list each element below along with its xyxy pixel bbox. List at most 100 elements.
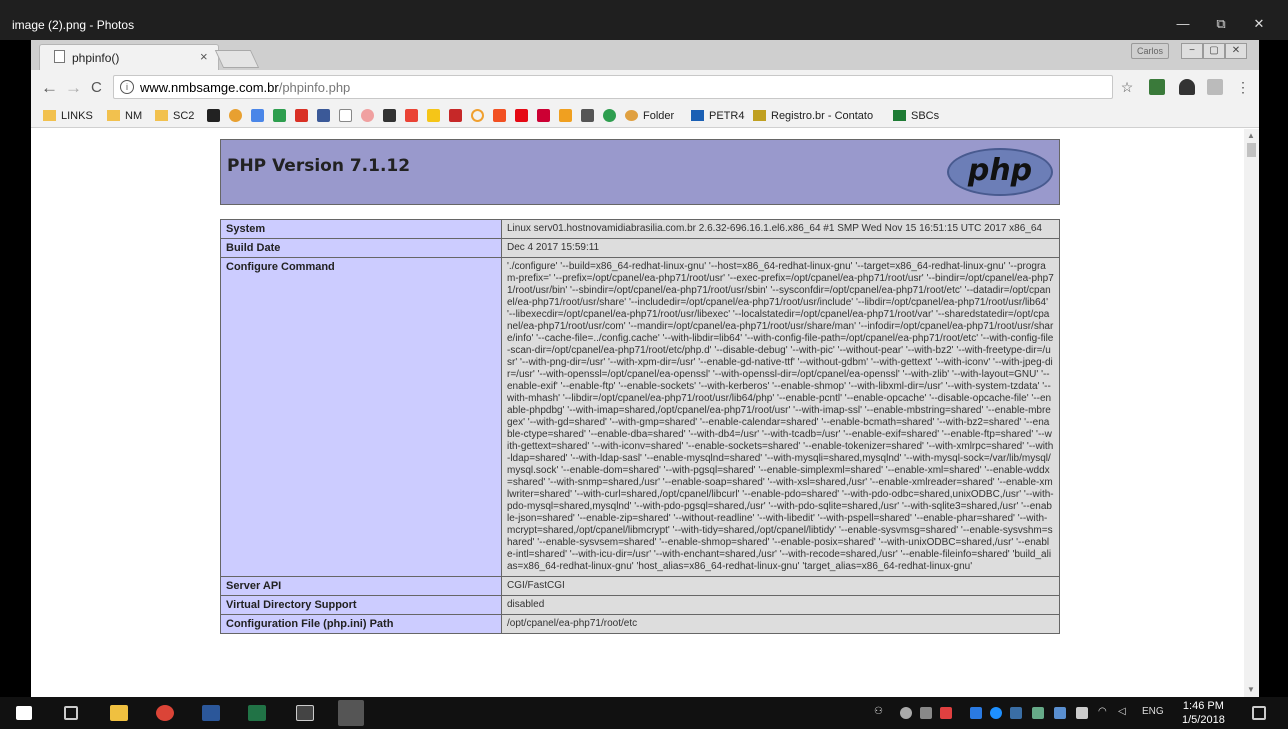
bookmark-petr4[interactable]: PETR4 xyxy=(691,109,744,123)
folder-icon xyxy=(155,110,168,121)
profile-badge[interactable]: Carlos xyxy=(1131,43,1170,59)
bookmark-site-icon[interactable] xyxy=(229,109,242,122)
photo-letterbox-left xyxy=(0,40,31,697)
bookmark-registro[interactable]: Registro.br - Contato xyxy=(753,109,873,123)
bookmark-site-icon[interactable] xyxy=(273,109,286,122)
action-center-icon[interactable] xyxy=(1252,706,1266,720)
minimize-button[interactable]: — xyxy=(1168,14,1198,34)
new-tab-button[interactable] xyxy=(214,50,260,68)
bookmark-site-icon xyxy=(753,110,766,121)
back-arrow-icon[interactable]: ← xyxy=(41,78,58,98)
menu-icon[interactable]: ⋮ xyxy=(1235,79,1251,95)
windows-taskbar: ⚇ ◠ ◁ ENG 1:46 PM 1/5/2018 xyxy=(0,697,1288,729)
photos-window-title: image (2).png - Photos xyxy=(12,18,135,32)
bookmark-sbcs[interactable]: SBCs xyxy=(893,109,939,123)
microsoft-icon[interactable] xyxy=(493,109,506,122)
php-version-title: PHP Version 7.1.12 xyxy=(227,156,411,176)
bookmark-site-icon[interactable] xyxy=(449,109,462,122)
scroll-up-icon[interactable]: ▲ xyxy=(1247,131,1255,140)
bookmark-star-icon[interactable]: ☆ xyxy=(1119,79,1135,95)
close-button[interactable]: ✕ xyxy=(1244,14,1274,34)
row-value: './configure' '--build=x86_64-redhat-lin… xyxy=(501,257,1060,577)
row-label: Build Date xyxy=(220,238,502,258)
bookmark-site-icon[interactable] xyxy=(559,109,572,122)
people-icon[interactable]: ⚇ xyxy=(874,706,883,717)
info-icon[interactable]: i xyxy=(120,80,134,94)
bookmark-site-icon[interactable] xyxy=(603,109,616,122)
bookmark-nm[interactable]: NM xyxy=(107,109,142,123)
scroll-down-icon[interactable]: ▼ xyxy=(1247,685,1255,694)
page-icon[interactable] xyxy=(339,109,352,122)
bookmark-site-icon[interactable] xyxy=(361,109,374,122)
language-indicator[interactable]: ENG xyxy=(1142,706,1164,717)
printer-icon[interactable] xyxy=(581,109,594,122)
row-label: Configuration File (php.ini) Path xyxy=(220,614,502,634)
vertical-scrollbar[interactable]: ▲ ▼ xyxy=(1244,129,1259,697)
bookmark-site-icon[interactable] xyxy=(251,109,264,122)
address-bar[interactable]: i www.nmbsamge.com.br/phpinfo.php xyxy=(113,75,1113,99)
extension-chart-icon[interactable] xyxy=(1149,79,1165,95)
gmail-icon[interactable] xyxy=(405,109,418,122)
row-value: CGI/FastCGI xyxy=(501,576,1060,596)
url-text[interactable]: www.nmbsamge.com.br/phpinfo.php xyxy=(140,80,350,95)
excel-icon[interactable] xyxy=(248,705,266,721)
volume-icon[interactable]: ◁ xyxy=(1118,706,1126,717)
browser-window: phpinfo() × Carlos − ▢ ✕ ← → C i www.nmb… xyxy=(31,40,1259,697)
row-label: System xyxy=(220,219,502,239)
phpinfo-table: System Linux serv01.hostnovamidiabrasili… xyxy=(220,219,1060,634)
bookmark-site-icon[interactable] xyxy=(295,109,308,122)
browser-close-button[interactable]: ✕ xyxy=(1225,43,1247,59)
bookmark-site-icon[interactable] xyxy=(207,109,220,122)
tray-app-icon[interactable] xyxy=(1054,707,1066,719)
windows-start-icon[interactable] xyxy=(16,706,32,720)
forward-arrow-icon[interactable]: → xyxy=(65,78,82,98)
gear-icon xyxy=(625,110,638,121)
wifi-icon[interactable]: ◠ xyxy=(1098,706,1107,717)
word-icon[interactable] xyxy=(202,705,220,721)
tab-close-icon[interactable]: × xyxy=(200,49,208,64)
url-host: www.nmbsamge.com.br xyxy=(140,80,279,95)
php-logo-text: php xyxy=(967,153,1033,188)
extension-incognito-icon[interactable] xyxy=(1179,79,1195,95)
file-explorer-icon[interactable] xyxy=(110,705,128,721)
bookmark-sc2[interactable]: SC2 xyxy=(155,109,194,123)
imdb-icon[interactable] xyxy=(427,109,440,122)
bookmark-label: LINKS xyxy=(61,110,93,122)
page-icon xyxy=(54,50,65,63)
extension-document-icon[interactable] xyxy=(1207,79,1223,95)
scrollbar-thumb[interactable] xyxy=(1247,143,1256,157)
calculator-icon[interactable] xyxy=(296,705,314,721)
tab-strip: phpinfo() × Carlos − ▢ ✕ xyxy=(31,40,1259,70)
bookmark-folder[interactable]: Folder xyxy=(625,109,674,123)
clock-time: 1:46 PM xyxy=(1182,700,1224,712)
photos-titlebar: image (2).png - Photos — ⧉ ✕ xyxy=(0,0,1288,40)
bookmark-links[interactable]: LINKS xyxy=(43,109,93,123)
bookmark-label: SBCs xyxy=(911,110,940,122)
tray-app-icon[interactable] xyxy=(920,707,932,719)
tray-app-icon[interactable] xyxy=(940,707,952,719)
reload-icon[interactable]: C xyxy=(91,79,102,96)
photos-app-icon[interactable] xyxy=(338,700,364,726)
google-icon[interactable] xyxy=(383,109,396,122)
bookmark-site-icon[interactable] xyxy=(471,109,484,122)
tab-phpinfo[interactable]: phpinfo() × xyxy=(39,44,219,70)
tray-app-icon[interactable] xyxy=(900,707,912,719)
tray-app-icon[interactable] xyxy=(970,707,982,719)
table-row: Virtual Directory Support disabled xyxy=(220,595,1060,615)
chrome-icon[interactable] xyxy=(156,705,174,721)
battery-icon[interactable] xyxy=(1076,707,1088,719)
netflix-icon[interactable] xyxy=(515,109,528,122)
browser-restore-button[interactable]: ▢ xyxy=(1203,43,1225,59)
facebook-icon[interactable] xyxy=(317,109,330,122)
tray-app-icon[interactable] xyxy=(1010,707,1022,719)
restore-button[interactable]: ⧉ xyxy=(1206,14,1236,34)
bluetooth-icon[interactable] xyxy=(990,707,1002,719)
bookmark-site-icon[interactable] xyxy=(537,109,550,122)
page-content[interactable]: PHP Version 7.1.12 php System Linux serv… xyxy=(31,129,1259,697)
tray-app-icon[interactable] xyxy=(1032,707,1044,719)
bookmark-label: SC2 xyxy=(173,110,195,122)
row-label: Configure Command xyxy=(220,257,502,577)
clock[interactable]: 1:46 PM 1/5/2018 xyxy=(1182,699,1225,727)
browser-minimize-button[interactable]: − xyxy=(1181,43,1203,59)
task-view-icon[interactable] xyxy=(64,706,78,720)
